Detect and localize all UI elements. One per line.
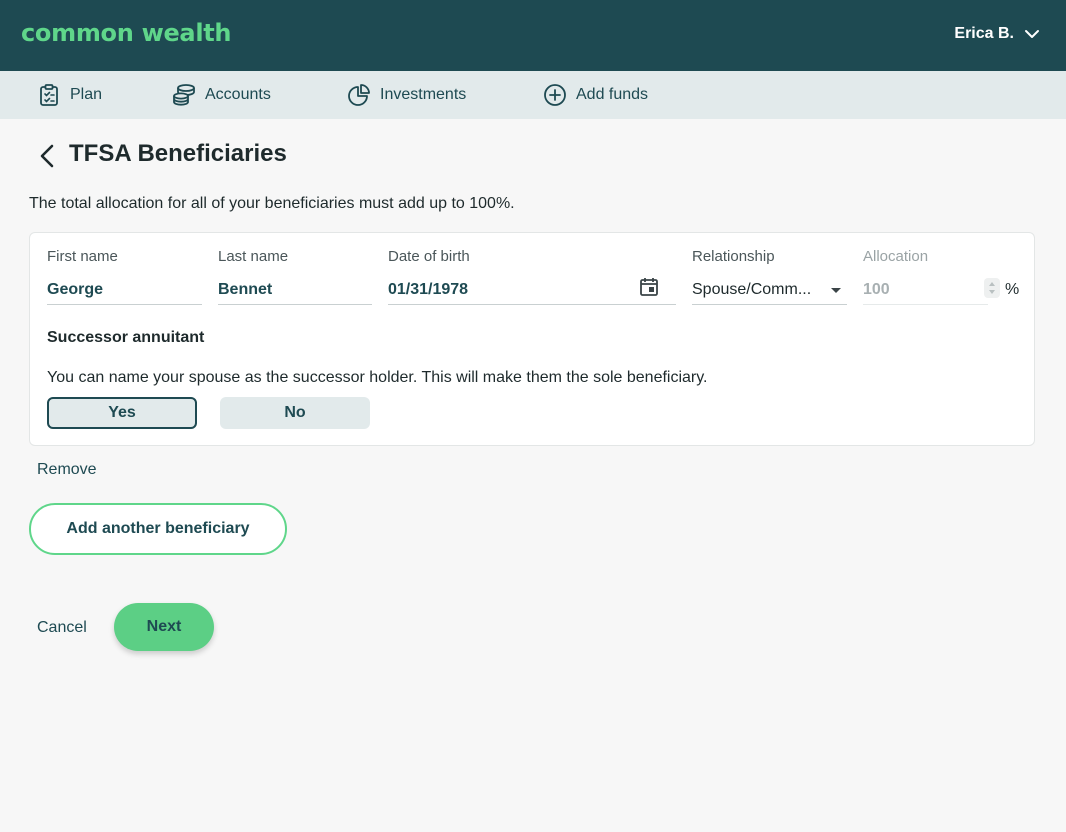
nav-label-plan: Plan (70, 86, 103, 103)
last-name-label: Last name (218, 248, 289, 265)
user-name: Erica B. (954, 25, 1014, 42)
dropdown-caret-icon (831, 288, 841, 293)
relationship-label: Relationship (692, 248, 775, 265)
add-beneficiary-button[interactable]: Add another beneficiary (29, 503, 287, 555)
pie-chart-icon (348, 84, 370, 106)
successor-annuitant-description: You can name your spouse as the successo… (47, 369, 708, 386)
yes-button[interactable]: Yes (47, 397, 197, 429)
nav-label-investments: Investments (380, 86, 467, 103)
nav-item-add-funds[interactable]: Add funds (543, 83, 648, 107)
logo[interactable]: common wealth (21, 19, 232, 47)
dob-field[interactable]: 01/31/1978 (388, 273, 676, 305)
nav-item-investments[interactable]: Investments (347, 83, 466, 107)
main-content (0, 119, 1066, 832)
coins-icon (173, 84, 195, 106)
nav-item-accounts[interactable]: Accounts (172, 83, 271, 107)
allocation-value: 100 (863, 281, 890, 298)
first-name-value: George (47, 281, 104, 298)
chevron-down-icon (1025, 30, 1039, 38)
nav-item-plan[interactable]: Plan (37, 83, 102, 107)
page-title: TFSA Beneficiaries (69, 140, 287, 167)
dob-label: Date of birth (388, 248, 470, 265)
main-nav: Plan Accounts Investments Add funds (0, 71, 1066, 119)
logo-part-3: wealth (133, 19, 232, 47)
relationship-select[interactable]: Spouse/Comm... (692, 273, 847, 305)
relationship-value: Spouse/Comm... (692, 281, 812, 298)
allocation-label: Allocation (863, 248, 929, 265)
nav-label-accounts: Accounts (205, 86, 271, 103)
last-name-field[interactable]: Bennet (218, 273, 372, 305)
first-name-field[interactable]: George (47, 273, 202, 305)
nav-label-add-funds: Add funds (576, 86, 649, 103)
no-button[interactable]: No (220, 397, 370, 429)
successor-annuitant-heading: Successor annuitant (47, 329, 205, 346)
plus-circle-icon (544, 84, 566, 106)
dob-value: 01/31/1978 (388, 281, 469, 298)
top-bar: common wealth Erica B. (0, 0, 1066, 71)
percent-sign: % (1005, 281, 1020, 298)
first-name-label: First name (47, 248, 118, 265)
back-arrow-icon[interactable] (36, 142, 58, 170)
logo-part-2: mmon (51, 19, 134, 47)
clipboard-icon (40, 84, 58, 106)
logo-part-1: co (21, 19, 52, 47)
calendar-icon[interactable] (638, 276, 660, 298)
cancel-button[interactable]: Cancel (37, 619, 87, 637)
user-menu[interactable]: Erica B. (954, 25, 1040, 43)
last-name-value: Bennet (218, 281, 273, 298)
beneficiary-card: First name George Last name Bennet Date … (29, 232, 1035, 446)
remove-link[interactable]: Remove (37, 461, 97, 479)
next-button[interactable]: Next (114, 603, 214, 651)
number-stepper-icon[interactable] (984, 278, 1000, 298)
allocation-note: The total allocation for all of your ben… (29, 195, 515, 212)
allocation-field[interactable]: 100 (863, 273, 1000, 305)
